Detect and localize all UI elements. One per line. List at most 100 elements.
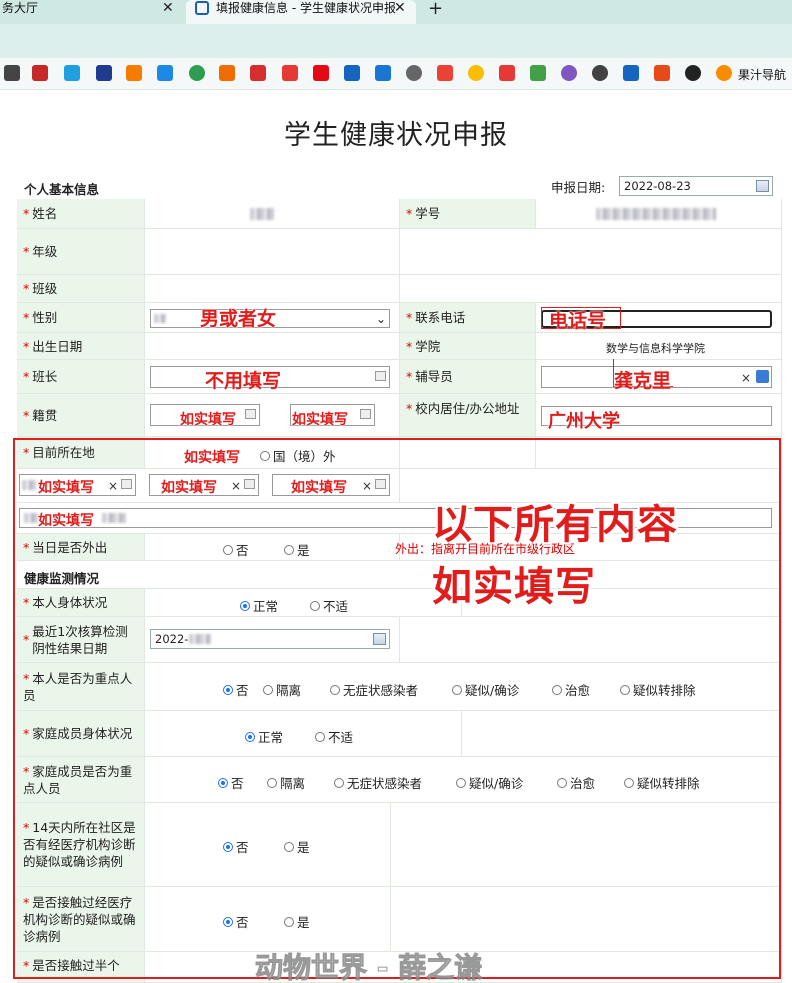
radio-dot[interactable] <box>245 731 255 742</box>
radio-key-asymptomatic[interactable]: 无症状感染者 <box>330 680 418 699</box>
radio-dot[interactable] <box>624 777 634 788</box>
radio-dot[interactable] <box>334 777 344 788</box>
bookmark-icon[interactable] <box>499 65 515 81</box>
clear-icon[interactable]: × <box>231 477 241 495</box>
report-date-input[interactable]: 2022-08-23 <box>619 176 773 196</box>
radio-label: 正常 <box>258 730 284 745</box>
radio-dot[interactable] <box>260 450 270 461</box>
radio-fkey-excluded[interactable]: 疑似转排除 <box>624 773 700 792</box>
radio-dot[interactable] <box>557 777 567 788</box>
bookmark-label[interactable]: 果汁导航 <box>738 66 786 83</box>
radio-label: 国（境）外 <box>273 449 336 464</box>
radio-fkey-cured[interactable]: 治愈 <box>557 773 595 792</box>
bookmark-icon[interactable] <box>96 65 112 81</box>
radio-dot[interactable] <box>223 684 233 695</box>
radio-family-normal[interactable]: 正常 <box>245 727 283 746</box>
radio-fkey-no[interactable]: 否 <box>218 773 244 792</box>
tab-health-report[interactable]: 填报健康信息 - 学生健康状况申报 ✕ <box>186 0 416 24</box>
radio-abroad[interactable]: 国（境）外 <box>260 446 336 465</box>
bookmark-icon[interactable] <box>126 65 142 81</box>
radio-community-no[interactable]: 否 <box>223 837 249 856</box>
list-icon[interactable] <box>245 409 256 419</box>
radio-dot[interactable] <box>620 684 630 695</box>
radio-dot[interactable] <box>223 916 233 927</box>
clear-icon[interactable]: × <box>362 477 372 495</box>
close-icon[interactable]: ✕ <box>394 0 406 16</box>
blurred-text <box>154 314 166 323</box>
radio-dot[interactable] <box>223 544 233 555</box>
radio-community-yes[interactable]: 是 <box>284 837 310 856</box>
radio-key-cured[interactable]: 治愈 <box>552 680 590 699</box>
netflix-icon[interactable] <box>313 65 329 81</box>
chrome-icon[interactable] <box>468 65 484 81</box>
radio-body-unwell[interactable]: 不适 <box>310 596 348 615</box>
calendar-icon[interactable] <box>756 180 769 192</box>
play-icon[interactable] <box>64 65 80 81</box>
annotation-all-below-2: 如实填写 <box>432 564 596 610</box>
bookmark-icon[interactable] <box>157 65 173 81</box>
radio-dot[interactable] <box>218 777 228 788</box>
radio-dot[interactable] <box>223 841 233 852</box>
radio-out-no[interactable]: 否 <box>223 540 249 559</box>
radio-dot[interactable] <box>284 544 294 555</box>
apple-icon[interactable] <box>406 65 422 81</box>
radio-dot[interactable] <box>315 731 325 742</box>
list-icon[interactable] <box>244 479 255 489</box>
radio-fkey-quarantine[interactable]: 隔离 <box>267 773 305 792</box>
list-icon[interactable] <box>121 479 132 489</box>
radio-key-no[interactable]: 否 <box>223 680 249 699</box>
list-icon[interactable] <box>375 479 386 489</box>
bookmark-icon[interactable] <box>250 65 266 81</box>
bookmark-icon[interactable] <box>4 65 20 81</box>
radio-key-quarantine[interactable]: 隔离 <box>263 680 301 699</box>
radio-dot[interactable] <box>240 600 250 611</box>
bookmark-icon[interactable] <box>219 65 235 81</box>
bookmark-icon[interactable] <box>32 65 48 81</box>
form-row: * 家庭成员身体状况 正常 不适 <box>17 711 782 757</box>
radio-dot[interactable] <box>267 777 277 788</box>
field-label: * 学号 <box>400 199 536 229</box>
radio-dot[interactable] <box>284 916 294 927</box>
new-tab-icon[interactable]: + <box>428 0 443 19</box>
radio-dot[interactable] <box>456 777 466 788</box>
juice-nav-icon[interactable] <box>716 65 732 81</box>
radio-dot[interactable] <box>284 841 294 852</box>
gmail-icon[interactable] <box>437 65 453 81</box>
college-value: 数学与信息科学学院 <box>606 342 705 355</box>
bookmark-icon[interactable] <box>592 65 608 81</box>
bookmark-icon[interactable] <box>375 65 391 81</box>
user-picker-icon[interactable] <box>756 370 769 383</box>
radio-dot[interactable] <box>263 684 273 695</box>
calendar-icon[interactable] <box>373 633 386 645</box>
radio-contact-yes[interactable]: 是 <box>284 912 310 931</box>
radio-key-excluded[interactable]: 疑似转排除 <box>620 680 696 699</box>
radio-family-unwell[interactable]: 不适 <box>315 727 353 746</box>
tab-service-hall[interactable]: 务大厅 ✕ <box>0 0 184 24</box>
radio-dot[interactable] <box>452 684 462 695</box>
bookmark-icon[interactable] <box>530 65 546 81</box>
radio-dot[interactable] <box>552 684 562 695</box>
label-out-today: 当日是否外出 <box>32 539 108 555</box>
clear-icon[interactable]: × <box>741 369 751 387</box>
report-date-label: 申报日期: <box>551 180 606 195</box>
bookmark-icon[interactable] <box>561 65 577 81</box>
github-icon[interactable] <box>685 65 701 81</box>
nucleic-date-input[interactable]: 2022- <box>150 629 390 649</box>
zhihu-icon[interactable] <box>344 65 360 81</box>
list-icon[interactable] <box>375 371 386 381</box>
radio-body-normal[interactable]: 正常 <box>240 596 278 615</box>
close-icon[interactable]: ✕ <box>162 0 174 16</box>
bookmark-icon[interactable] <box>623 65 639 81</box>
radio-dot[interactable] <box>310 600 320 611</box>
clear-icon[interactable]: × <box>108 477 118 495</box>
radio-key-suspected[interactable]: 疑似/确诊 <box>452 680 519 699</box>
bookmark-icon[interactable] <box>654 65 670 81</box>
radio-fkey-asymptomatic[interactable]: 无症状感染者 <box>334 773 422 792</box>
radio-contact-no[interactable]: 否 <box>223 912 249 931</box>
youtube-icon[interactable] <box>282 65 298 81</box>
bookmark-icon[interactable] <box>189 65 205 81</box>
radio-fkey-suspected[interactable]: 疑似/确诊 <box>456 773 523 792</box>
list-icon[interactable] <box>360 409 371 419</box>
radio-dot[interactable] <box>330 684 340 695</box>
radio-out-yes[interactable]: 是 <box>284 540 310 559</box>
